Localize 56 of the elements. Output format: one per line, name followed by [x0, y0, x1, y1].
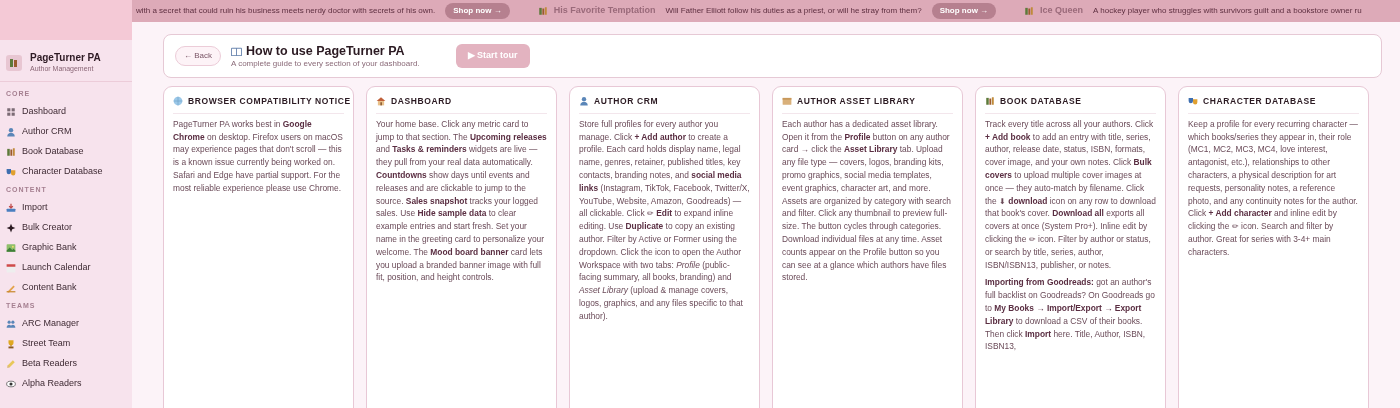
- calendar-icon: [6, 263, 16, 273]
- card-title: AUTHOR CRM: [594, 95, 659, 108]
- card-title: DASHBOARD: [391, 95, 452, 108]
- person-icon: [579, 96, 589, 107]
- inbox-tray-icon: [6, 203, 16, 213]
- books-icon: [6, 54, 22, 71]
- card-title: BROWSER COMPATIBILITY NOTICE: [188, 95, 351, 108]
- card-text: Track every title across all your authors. Click + Add book to add an entry with title, series, author, release date, status, ISBN, formats, cover image, and your own notes. Click Bulk covers to upload multiple cover images at once — they auto-match by filename. Click the ⬇ download icon on any row to download that book's cover. Download all exports all covers at once (System Pro+). Inline edit by clicking the ✏ icon. Filter by author or status, or search by title, series, author, ISBN/ISBN13, publisher, or notes.: [985, 117, 1156, 272]
- page-title: How to use PageTurner PA: [246, 43, 405, 59]
- trophy-icon: [6, 339, 16, 349]
- brand-name: PageTurner PA: [30, 52, 101, 64]
- nav-item[interactable]: Street Team: [0, 334, 132, 354]
- book-title: His Favorite Temptation: [553, 4, 656, 18]
- book-blurb: with a secret that could ruin his business meets nerdy doctor with secrets of his own.: [136, 5, 436, 17]
- card-title: CHARACTER DATABASE: [1203, 95, 1316, 108]
- card-text: Store full profiles for every author you manage. Click + Add author to create a profile. Each card holds display name, legal name, genres, retainer, published titles, key contacts, branding notes, and social media links (Instagram, TikTok, Facebook, Twitter/X, YouTube, Website, Amazon, Goodreads) — all clickable. Click ✏ Edit to expand inline editing. Use Duplicate to copy an existing author. Filter by Active or Former using the dropdown. Click the icon to open the Author Workspace with two tabs: Profile (public-facing summary, all books, branding) and Asset Library (upload & manage covers, logos, graphics, and any files specific to that author).: [579, 117, 750, 323]
- card-text: Importing from Goodreads: got an author's full backlist on Goodreads? On Goodreads go to My Books → Import/Export → Export Library to download a CSV of their books. Then click Import here. Title, Author, ISBN, ISBN13,: [985, 276, 1156, 354]
- house-icon: [376, 96, 386, 107]
- nav-item[interactable]: Import: [0, 198, 132, 218]
- card-text: PageTurner PA works best in Google Chrome on desktop. Firefox users on macOS may experience pages that don't scroll — this is a known issue currently being worked on. Safari and Edge have partial support. For the most reliable experience please use Chrome.: [173, 117, 344, 195]
- sparkle-icon: [6, 223, 16, 233]
- page-subtitle: A complete guide to every section of your dashboard.: [231, 58, 420, 69]
- globe-icon: [173, 96, 183, 107]
- book-blurb: Will Father Elliott follow his duties as a priest, or will he stray from them?: [665, 5, 922, 17]
- nav-item[interactable]: Beta Readers: [0, 354, 132, 374]
- nav-item[interactable]: Book Database: [0, 142, 132, 162]
- books-icon: [1024, 6, 1035, 16]
- book-icon: [231, 45, 242, 57]
- nav-item[interactable]: Bulk Creator: [0, 218, 132, 238]
- nav-item[interactable]: Dashboard: [0, 102, 132, 122]
- books-icon: [537, 6, 548, 16]
- nav-item[interactable]: Alpha Readers: [0, 374, 132, 394]
- book-title: Ice Queen: [1040, 4, 1084, 18]
- nav-item[interactable]: Character Database: [0, 162, 132, 182]
- card-title: BOOK DATABASE: [1000, 95, 1082, 108]
- card-text: Keep a profile for every recurring character — which books/series they appear in, their role (MC1, MC2, MC3, MC4, love interest, antagonist, etc.), relationships to other characters, a physical description for art requests, personality notes, a reference photo, and any continuity notes for the author. Click + Add character and inline edit by clicking the ✏ icon. Search and filter by author. Great for series with 3-4+ main characters.: [1188, 117, 1359, 259]
- books-icon: [6, 147, 16, 157]
- people-icon: [6, 319, 16, 329]
- picture-icon: [6, 243, 16, 253]
- books-icon: [985, 96, 995, 107]
- card-title: AUTHOR ASSET LIBRARY: [797, 95, 916, 108]
- masks-icon: [1188, 96, 1198, 107]
- nav-item[interactable]: Content Bank: [0, 278, 132, 298]
- pencil-icon: [6, 359, 16, 369]
- nav-item[interactable]: Author CRM: [0, 122, 132, 142]
- back-button[interactable]: ← Back: [175, 46, 221, 66]
- masks-icon: [6, 167, 16, 177]
- grid-icon: [6, 107, 16, 117]
- card-text: Each author has a dedicated asset library. Open it from the Profile button on any author card → click the Asset Library tab. Upload any file type — covers, logos, branding kits, promo graphics, social media templates, event graphics, character art, and more. Assets are organized by category with search and filter. Click any thumbnail to preview full-size. The button cycles through categories. Download individual files at any time. Asset counts appear on the Profile button so you can see at a glance which authors have files stored.: [782, 117, 952, 285]
- person-icon: [6, 127, 16, 137]
- nav-item[interactable]: Launch Calendar: [0, 258, 132, 278]
- nav-item[interactable]: Graphic Bank: [0, 238, 132, 258]
- card-text: Your home base. Click any metric card to jump to that section. The Upcoming releases and Tasks & reminders widgets are live — they pull from your real data automatically. Countdowns show days until events and releases and are clickable to jump to the source. Sales snapshot tracks your logged sales. Use Hide sample data to clear example entries and start fresh. Set your name in the greeting card to personalize your welcome. The Mood board banner card lets you upload a branded banner image with full fit, position, and height controls.: [376, 117, 547, 285]
- nav-item[interactable]: ARC Manager: [0, 314, 132, 334]
- book-blurb: A hockey player who struggles with survivors guilt and a bookstore owner ru: [1093, 5, 1362, 17]
- eye-icon: [6, 379, 16, 389]
